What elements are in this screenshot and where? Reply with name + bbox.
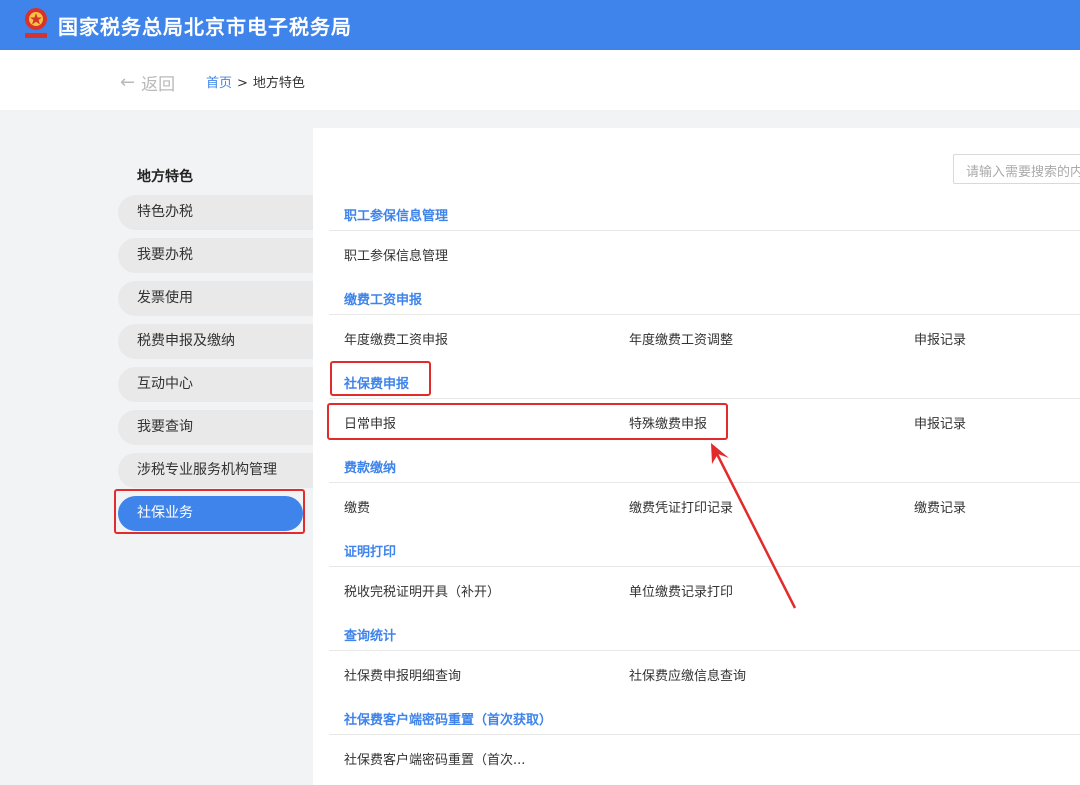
service-link[interactable]: 缴费 xyxy=(344,497,370,516)
section-title: 查询统计 xyxy=(344,629,397,644)
header-bar: 国家税务总局北京市电子税务局 xyxy=(0,0,1080,50)
section-divider xyxy=(329,650,1080,651)
service-link[interactable]: 社保费客户端密码重置（首次... xyxy=(344,749,525,768)
section-divider xyxy=(329,566,1080,567)
sidebar-item-social-security[interactable]: 社保业务 xyxy=(118,496,303,531)
breadcrumb: 首页 > 地方特色 xyxy=(206,72,305,91)
service-link[interactable]: 单位缴费记录打印 xyxy=(629,581,733,600)
section-title: 费款缴纳 xyxy=(344,461,397,476)
service-link[interactable]: 社保费申报明细查询 xyxy=(344,665,461,684)
service-link[interactable]: 社保费应缴信息查询 xyxy=(629,665,746,684)
section-title: 社保费客户端密码重置（首次获取） xyxy=(344,713,553,728)
section-divider xyxy=(329,398,1080,399)
sidebar-title: 地方特色 xyxy=(137,169,193,185)
section-title: 职工参保信息管理 xyxy=(344,209,449,224)
sidebar-item-interaction[interactable]: 互动中心 xyxy=(118,367,313,402)
sidebar-item-invoice[interactable]: 发票使用 xyxy=(118,281,313,316)
search-input[interactable]: 请输入需要搜索的内容 xyxy=(953,154,1080,184)
breadcrumb-home-link[interactable]: 首页 xyxy=(206,76,232,91)
main-content: 请输入需要搜索的内容 职工参保信息管理 职工参保信息管理 缴费工资申报 年度缴费… xyxy=(313,128,1080,785)
section-divider xyxy=(329,230,1080,231)
service-link[interactable]: 特殊缴费申报 xyxy=(629,413,707,432)
site-title: 国家税务总局北京市电子税务局 xyxy=(58,15,352,39)
sidebar-item-special-tax[interactable]: 特色办税 xyxy=(118,195,313,230)
sidebar-item-handle-tax[interactable]: 我要办税 xyxy=(118,238,313,273)
sidebar-item-query[interactable]: 我要查询 xyxy=(118,410,313,445)
service-link[interactable]: 申报记录 xyxy=(914,329,966,348)
sidebar: 地方特色 特色办税 我要办税 发票使用 税费申报及缴纳 互动中心 我要查询 涉税… xyxy=(0,128,313,785)
service-link[interactable]: 年度缴费工资申报 xyxy=(344,329,448,348)
section-title: 缴费工资申报 xyxy=(344,293,423,308)
breadcrumb-current: 地方特色 xyxy=(252,76,305,91)
section-title: 证明打印 xyxy=(344,545,397,560)
service-link[interactable]: 日常申报 xyxy=(344,413,396,432)
service-link[interactable]: 缴费凭证打印记录 xyxy=(629,497,733,516)
service-link[interactable]: 年度缴费工资调整 xyxy=(629,329,733,348)
sidebar-item-agency-mgmt[interactable]: 涉税专业服务机构管理 xyxy=(118,453,313,488)
section-divider xyxy=(329,482,1080,483)
section-divider xyxy=(329,734,1080,735)
breadcrumb-separator: > xyxy=(237,76,248,91)
service-link[interactable]: 税收完税证明开具（补开） xyxy=(344,581,500,600)
back-button[interactable]: ← 返回 xyxy=(120,70,175,95)
section-divider xyxy=(329,314,1080,315)
nav-bar: ← 返回 首页 > 地方特色 xyxy=(0,50,1080,110)
service-link[interactable]: 职工参保信息管理 xyxy=(344,245,448,264)
arrow-left-icon: ← xyxy=(120,72,136,93)
back-label: 返回 xyxy=(141,75,176,95)
service-link[interactable]: 缴费记录 xyxy=(914,497,966,516)
tax-emblem-icon xyxy=(25,8,47,38)
sidebar-item-declare-pay[interactable]: 税费申报及缴纳 xyxy=(118,324,313,359)
section-title: 社保费申报 xyxy=(344,377,410,392)
service-link[interactable]: 申报记录 xyxy=(914,413,966,432)
